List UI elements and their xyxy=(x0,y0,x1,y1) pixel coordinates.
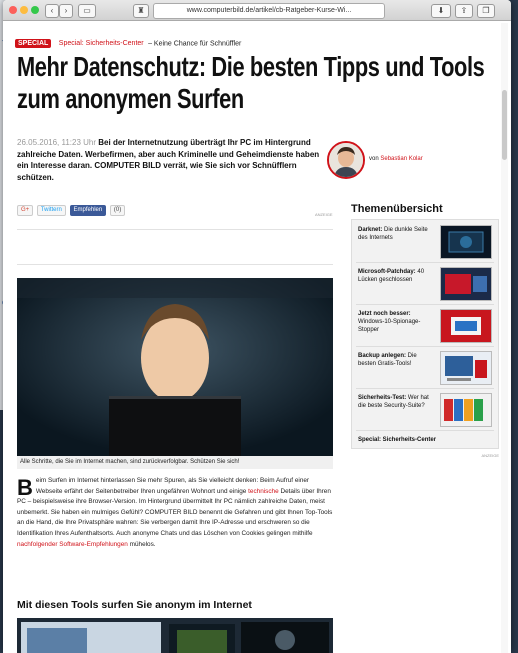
page-content: SPECIAL Special: Sicherheits-Center – Ke… xyxy=(3,21,511,653)
article-body: B eim Surfen im Internet hinterlassen Si… xyxy=(17,476,335,550)
tabs-icon[interactable]: ❐ xyxy=(477,4,495,18)
author-avatar[interactable] xyxy=(327,141,365,179)
sidebar-item-darknet[interactable]: Darknet: Die dunkle Seite des Internets xyxy=(356,224,494,263)
thumbnail xyxy=(440,267,492,301)
minimize-window-button[interactable] xyxy=(20,6,28,14)
share-icon[interactable]: ⇪ xyxy=(455,4,473,18)
close-window-button[interactable] xyxy=(9,6,17,14)
divider xyxy=(17,229,333,230)
thumbnail xyxy=(440,351,492,385)
tools-gallery-image[interactable] xyxy=(17,618,333,653)
author-name[interactable]: Sebastian Kolar xyxy=(380,156,422,162)
author-prefix: von xyxy=(369,156,379,162)
sidebar-icon[interactable]: ▭ xyxy=(78,4,96,18)
address-bar[interactable]: www.computerbild.de/artikel/cb-Ratgeber-… xyxy=(153,3,385,19)
sidebar-item-bold: Backup anlegen: xyxy=(358,353,407,359)
sidebar-item-bold: Jetzt noch besser: xyxy=(358,311,411,317)
page-title: Mehr Datenschutz: Die besten Tipps und T… xyxy=(17,51,485,114)
section-heading: Mit diesen Tools surfen Sie anonym im In… xyxy=(17,599,252,611)
twitter-button[interactable]: Twittern xyxy=(36,205,66,216)
special-link[interactable]: Special: Sicherheits-Center xyxy=(59,40,144,47)
divider xyxy=(17,264,333,265)
forward-icon[interactable]: › xyxy=(59,4,73,18)
sidebar-item-bold: Sicherheits-Test: xyxy=(358,395,407,401)
sidebar-box: Darknet: Die dunkle Seite des Internets … xyxy=(351,219,499,449)
sidebar-item-patchday[interactable]: Microsoft-Patchday: 40 Lücken geschlosse… xyxy=(356,266,494,305)
share-count: (0) xyxy=(109,205,126,216)
thumbnail xyxy=(440,309,492,343)
sidebar-item-text: Windows-10-Spionage-Stopper xyxy=(358,319,421,333)
article-lead: 26.05.2016, 11:23 Uhr Bei der Internetnu… xyxy=(17,137,327,183)
image-caption: Alle Schritte, die Sie im Internet mache… xyxy=(17,456,333,469)
back-icon[interactable]: ‹ xyxy=(45,4,59,18)
sidebar-item-bold: Darknet: xyxy=(358,227,383,233)
special-suffix: – Keine Chance für Schnüffler xyxy=(148,40,242,48)
browser-toolbar: ‹ › ▭ ♜ www.computerbild.de/artikel/cb-R… xyxy=(3,0,511,21)
thumbnail xyxy=(440,393,492,427)
article-hero-image xyxy=(17,278,333,456)
shield-icon[interactable]: ♜ xyxy=(133,4,149,18)
sidebar-ad-label: ANZEIGE xyxy=(481,453,499,458)
body-text: mühelos. xyxy=(129,540,156,548)
ad-label: ANZEIGE xyxy=(315,212,333,217)
author-line: von Sebastian Kolar xyxy=(369,156,423,162)
sidebar-item-security-test[interactable]: Sicherheits-Test: Wer hat die beste Secu… xyxy=(356,392,494,431)
browser-window: ‹ › ▭ ♜ www.computerbild.de/artikel/cb-R… xyxy=(3,0,511,653)
body-link-technische[interactable]: technische xyxy=(248,488,279,495)
sidebar-footer-link[interactable]: Special: Sicherheits-Center xyxy=(356,434,494,448)
sidebar-item-windows[interactable]: Jetzt noch besser: Windows-10-Spionage-S… xyxy=(356,308,494,347)
drop-cap: B xyxy=(17,475,33,500)
sidebar-heading: Themenübersicht xyxy=(351,203,443,215)
thumbnail xyxy=(440,225,492,259)
zoom-window-button[interactable] xyxy=(31,6,39,14)
facebook-button[interactable]: Empfehlen xyxy=(69,205,107,216)
special-badge[interactable]: SPECIAL xyxy=(15,39,52,49)
download-icon[interactable]: ⬇ xyxy=(431,4,451,18)
body-link-software[interactable]: nachfolgender Software-Empfehlungen xyxy=(17,541,128,548)
social-buttons: G+ Twittern Empfehlen (0) xyxy=(17,205,127,216)
article-date: 26.05.2016, 11:23 Uhr xyxy=(17,138,97,147)
sidebar-item-bold: Microsoft-Patchday: xyxy=(358,269,416,275)
sidebar-item-backup[interactable]: Backup anlegen: Die besten Gratis-Tools! xyxy=(356,350,494,389)
special-line: SPECIAL Special: Sicherheits-Center – Ke… xyxy=(15,35,242,49)
topic-sidebar: Themenübersicht Darknet: Die dunkle Seit… xyxy=(351,203,499,458)
gplus-button[interactable]: G+ xyxy=(17,205,34,216)
body-text: Details über Ihren PC – beispielsweise i… xyxy=(17,487,333,537)
